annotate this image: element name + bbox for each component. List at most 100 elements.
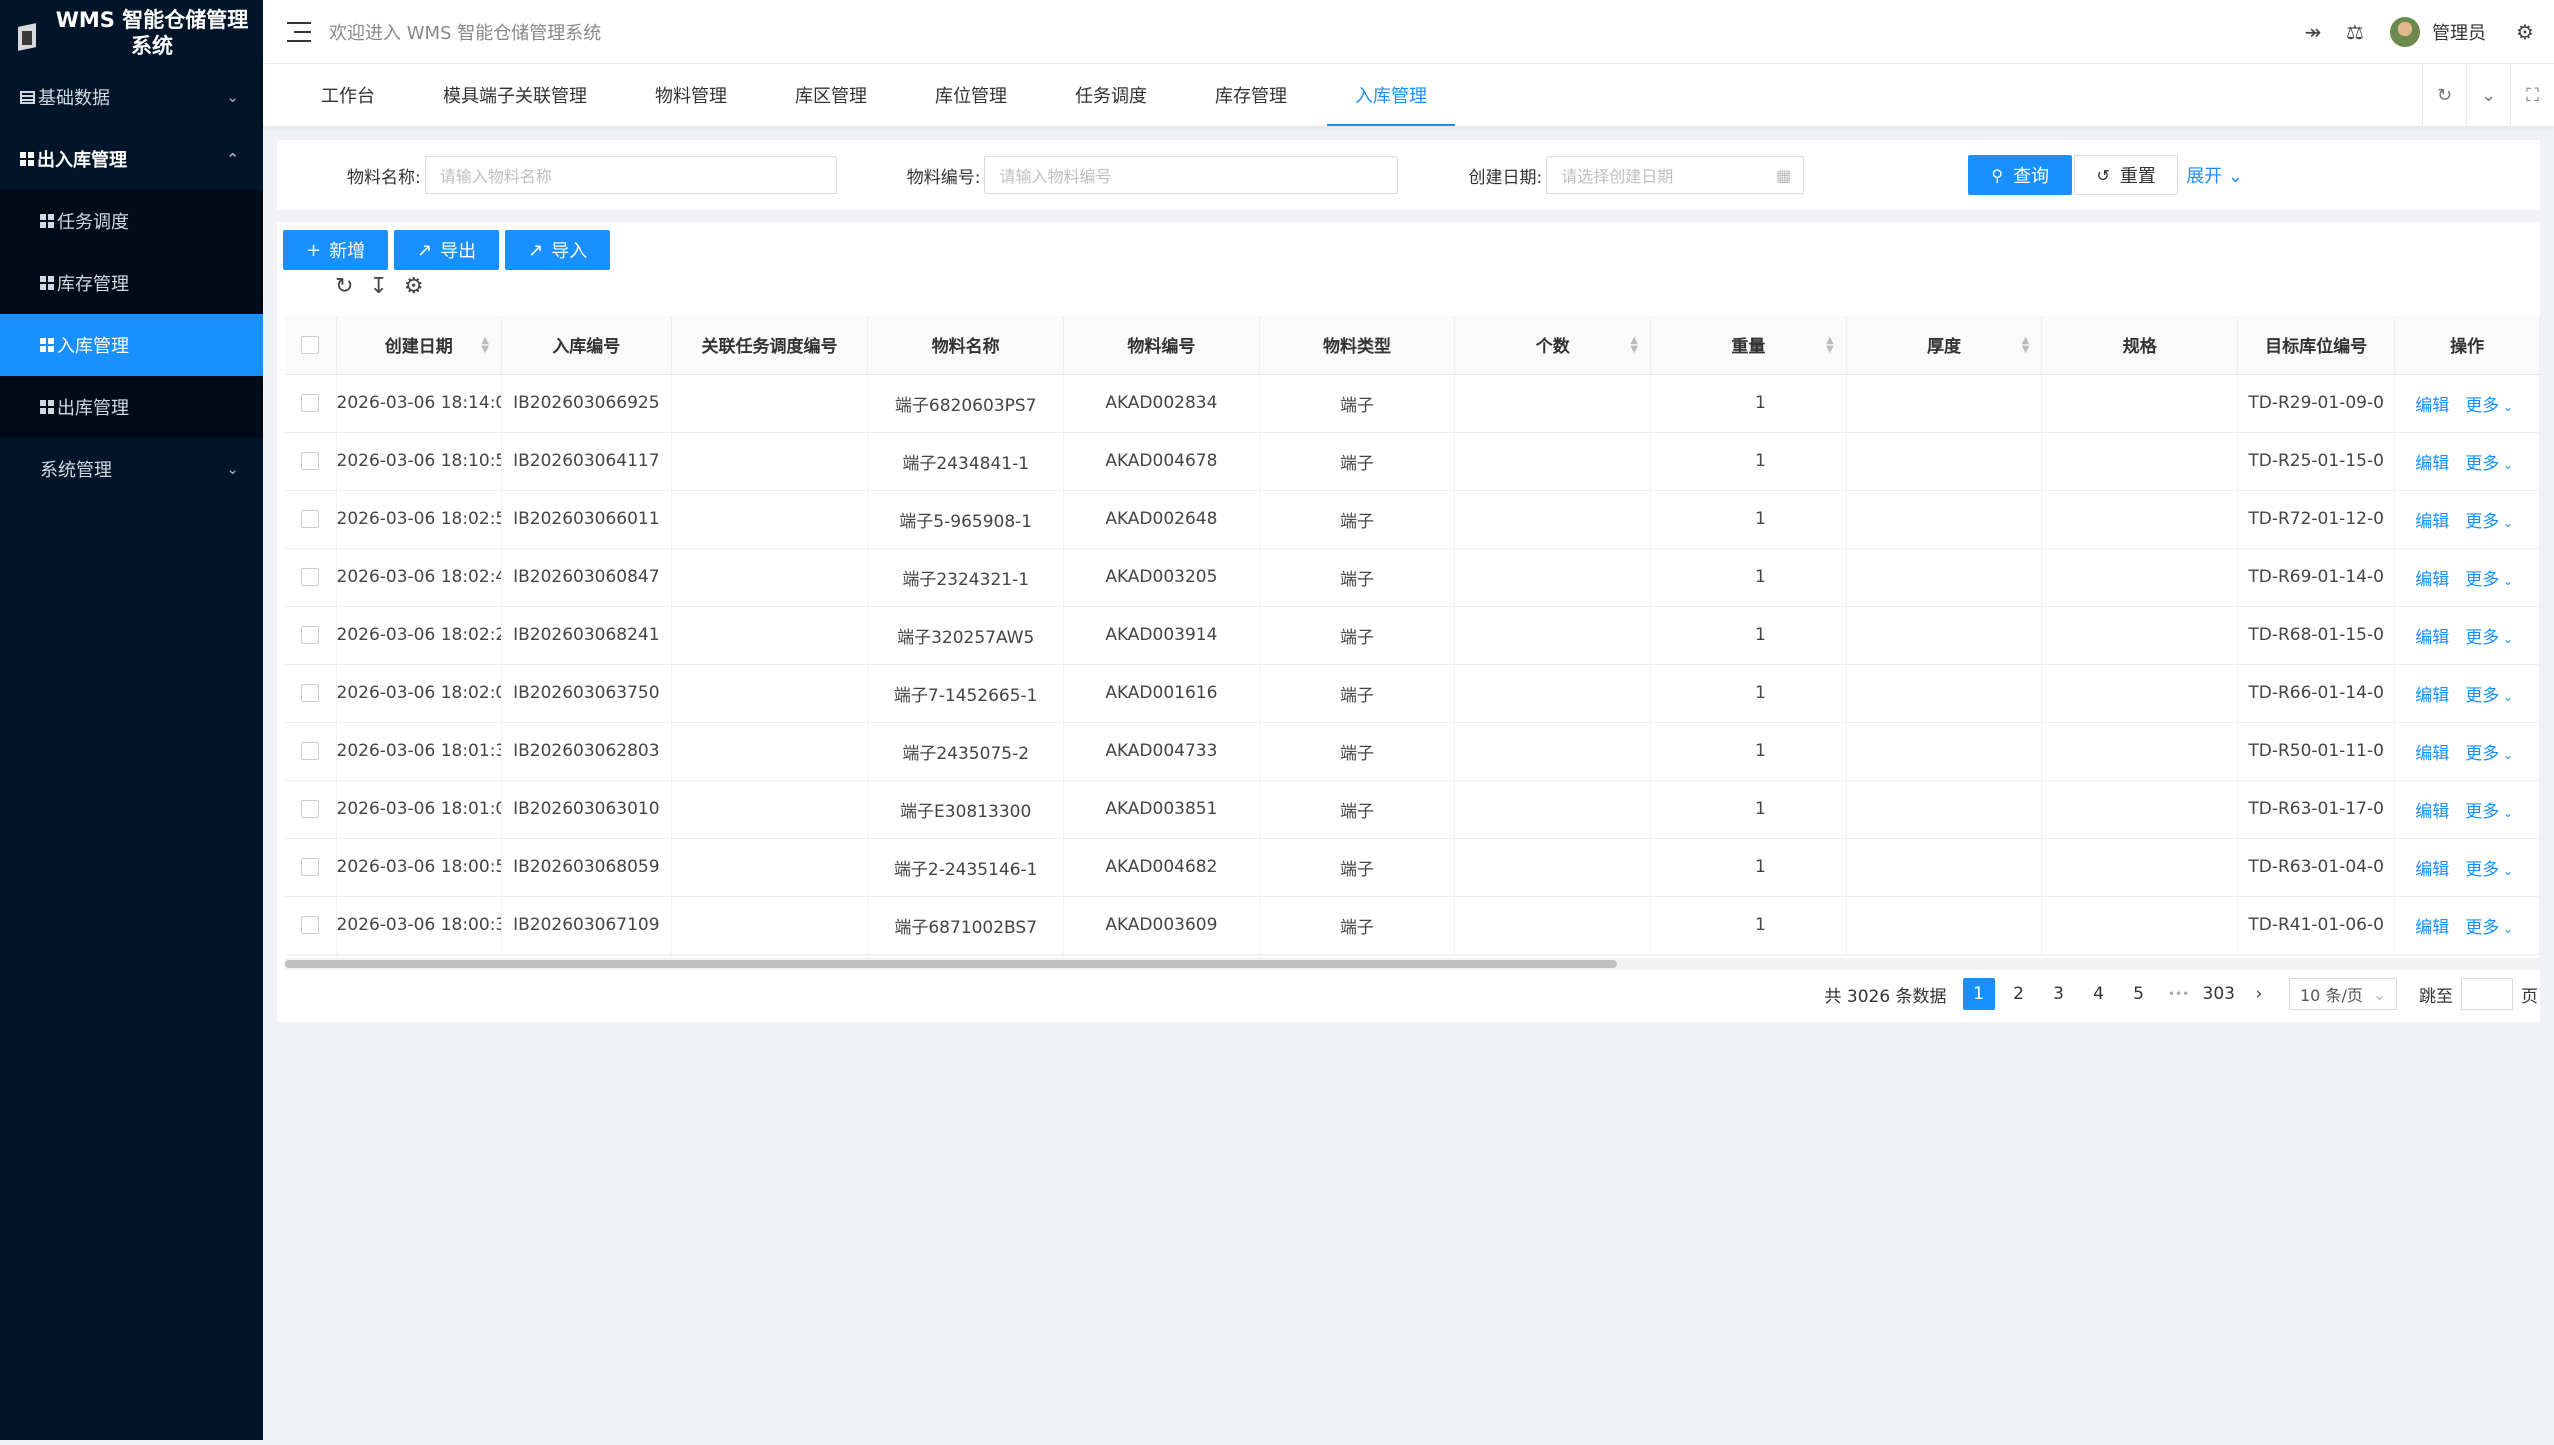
edit-link[interactable]: 编辑 (2415, 396, 2449, 416)
lock-icon[interactable]: ⚖ (2334, 20, 2376, 44)
edit-link[interactable]: 编辑 (2415, 570, 2449, 590)
sidebar-item-inout-management[interactable]: 出入库管理 ⌃ (0, 128, 263, 190)
row-checkbox[interactable] (285, 490, 337, 549)
page-size-select[interactable]: 10 条/页 ⌄ (2289, 978, 2397, 1010)
page-last[interactable]: 303 (2203, 978, 2235, 1010)
page-ellipsis[interactable]: ••• (2163, 978, 2195, 1010)
gear-icon[interactable]: ⚙ (2504, 20, 2546, 44)
more-dropdown[interactable]: 更多 ⌄ (2465, 570, 2513, 590)
next-page-icon[interactable]: › (2243, 978, 2275, 1010)
query-button[interactable]: ⚲ 查询 (1968, 155, 2073, 195)
cell-material-type: 端子 (1259, 548, 1456, 607)
row-checkbox[interactable] (285, 838, 337, 897)
row-checkbox[interactable] (285, 780, 337, 839)
sidebar-item-outbound[interactable]: 出库管理 (0, 376, 263, 438)
sidebar-item-basic-data[interactable]: 基础数据 ⌄ (0, 66, 263, 128)
tab-material[interactable]: 物料管理 (627, 64, 755, 126)
page-3[interactable]: 3 (2043, 978, 2075, 1010)
menu-fold-icon[interactable] (287, 21, 311, 42)
tab-inventory[interactable]: 库存管理 (1187, 64, 1315, 126)
edit-link[interactable]: 编辑 (2415, 918, 2449, 938)
cell-weight: 1 (1650, 490, 1847, 549)
username[interactable]: 管理员 (2432, 19, 2486, 45)
col-created-date[interactable]: 创建日期 ▲ ▼ (336, 316, 502, 375)
row-checkbox[interactable] (285, 374, 337, 433)
cell-inbound-no: IB202603060847 (501, 548, 672, 607)
refresh-icon[interactable]: ↻ (2422, 64, 2466, 126)
chevron-down-icon[interactable]: ⌄ (2466, 64, 2510, 126)
refresh-icon[interactable]: ↻ (335, 274, 353, 299)
cell-material-code: AKAD002648 (1063, 490, 1260, 549)
more-dropdown[interactable]: 更多 ⌄ (2465, 686, 2513, 706)
material-name-input[interactable]: 请输入物料名称 (424, 156, 837, 194)
add-button[interactable]: + 新增 (283, 230, 389, 270)
reset-button[interactable]: ↺ 重置 (2074, 155, 2179, 195)
row-checkbox[interactable] (285, 664, 337, 723)
edit-link[interactable]: 编辑 (2415, 454, 2449, 474)
edit-link[interactable]: 编辑 (2415, 512, 2449, 532)
col-material-type: 物料类型 (1259, 316, 1456, 375)
sidebar-item-system[interactable]: 系统管理 ⌄ (0, 438, 263, 500)
cell-created-date: 2026-03-06 18:01:06 (336, 780, 502, 839)
edit-link[interactable]: 编辑 (2415, 686, 2449, 706)
col-target-location: 目标库位编号 (2237, 316, 2396, 375)
tab-area[interactable]: 库区管理 (767, 64, 895, 126)
row-checkbox[interactable] (285, 548, 337, 607)
edit-link[interactable]: 编辑 (2415, 802, 2449, 822)
sidebar-item-inbound[interactable]: 入库管理 (0, 314, 263, 376)
sidebar-item-inventory[interactable]: 库存管理 (0, 252, 263, 314)
create-date-picker[interactable]: 请选择创建日期 ▦ (1546, 156, 1805, 194)
scrollbar-thumb[interactable] (285, 960, 1617, 968)
tab-mold-terminal[interactable]: 模具端子关联管理 (415, 64, 615, 126)
column-height-icon[interactable]: ↧ (369, 274, 387, 299)
page-2[interactable]: 2 (2003, 978, 2035, 1010)
inbound-table: 创建日期 ▲ ▼ 入库编号 关联任务调度编号 物料名称 物料编号 物料类型 个数 ▲ ▼… (285, 316, 2540, 955)
col-weight[interactable]: 重量 ▲ ▼ (1650, 316, 1847, 375)
more-dropdown[interactable]: 更多 ⌄ (2465, 396, 2513, 416)
row-checkbox[interactable] (285, 606, 337, 665)
col-thickness[interactable]: 厚度 ▲ ▼ (1846, 316, 2043, 375)
cell-actions: 编辑 更多 ⌄ (2394, 722, 2540, 781)
sidebar-item-task-dispatch[interactable]: 任务调度 (0, 190, 263, 252)
page-4[interactable]: 4 (2083, 978, 2115, 1010)
horizontal-scrollbar[interactable] (285, 958, 2540, 970)
edit-link[interactable]: 编辑 (2415, 628, 2449, 648)
edit-link[interactable]: 编辑 (2415, 860, 2449, 880)
export-button-label: 导出 (440, 241, 477, 262)
cell-task-dispatch-no (671, 606, 869, 665)
more-dropdown[interactable]: 更多 ⌄ (2465, 512, 2513, 532)
more-dropdown[interactable]: 更多 ⌄ (2465, 454, 2513, 474)
more-dropdown[interactable]: 更多 ⌄ (2465, 628, 2513, 648)
row-checkbox[interactable] (285, 722, 337, 781)
more-dropdown[interactable]: 更多 ⌄ (2465, 918, 2513, 938)
tab-inbound[interactable]: 入库管理 (1327, 64, 1455, 126)
edit-link[interactable]: 编辑 (2415, 744, 2449, 764)
more-dropdown[interactable]: 更多 ⌄ (2465, 744, 2513, 764)
expand-icon[interactable]: ⛶ (2510, 64, 2554, 126)
material-code-input[interactable]: 请输入物料编号 (984, 156, 1399, 194)
table-tool-icons: ↻ ↧ ⚙ (335, 274, 424, 299)
tab-location[interactable]: 库位管理 (907, 64, 1035, 126)
select-all-checkbox[interactable] (285, 316, 337, 375)
export-button[interactable]: ↗ 导出 (394, 230, 500, 270)
jump-page-input[interactable] (2461, 978, 2513, 1010)
cell-material-name: 端子6820603PS7 (867, 374, 1065, 433)
expand-link[interactable]: 展开 ⌄ (2186, 162, 2243, 188)
row-checkbox[interactable] (285, 432, 337, 491)
more-dropdown[interactable]: 更多 ⌄ (2465, 860, 2513, 880)
cell-target-location: TD-R69-01-14-0 (2237, 548, 2396, 607)
page-1[interactable]: 1 (1962, 978, 1995, 1010)
import-button[interactable]: ↗ 导入 (505, 230, 611, 270)
page-5[interactable]: 5 (2123, 978, 2155, 1010)
more-dropdown[interactable]: 更多 ⌄ (2465, 802, 2513, 822)
setting-icon[interactable]: ⚙ (404, 274, 424, 299)
tab-workbench[interactable]: 工作台 (293, 64, 403, 126)
fullscreen-exit-icon[interactable]: ↠ (2292, 20, 2334, 44)
reset-button-label: 重置 (2119, 166, 2156, 187)
more-label: 更多 (2465, 511, 2500, 532)
row-checkbox[interactable] (285, 896, 337, 955)
col-count[interactable]: 个数 ▲ ▼ (1454, 316, 1652, 375)
tab-task-dispatch[interactable]: 任务调度 (1047, 64, 1175, 126)
cell-spec (2041, 374, 2239, 433)
avatar[interactable] (2390, 17, 2420, 47)
